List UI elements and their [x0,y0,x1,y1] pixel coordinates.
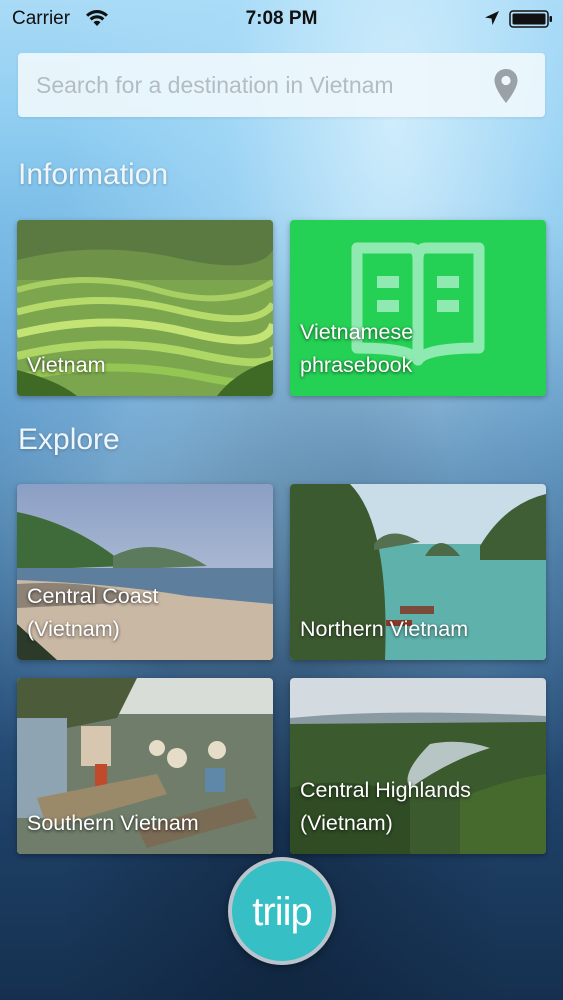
card-vietnam[interactable]: Vietnam [17,220,273,396]
section-title-information: Information [18,158,169,191]
card-label: Vietnam [27,353,106,377]
location-arrow-icon [485,11,499,25]
card-central-highlands[interactable]: Central Highlands (Vietnam) [290,678,546,854]
search-bar[interactable] [18,53,545,117]
card-label: Northern Vietnam [300,617,469,641]
card-label: Southern Vietnam [27,811,199,835]
status-bar: Carrier 7:08 PM [0,0,563,40]
card-southern-vietnam[interactable]: Southern Vietnam [17,678,273,854]
card-label: Vietnamese phrasebook [300,320,414,377]
battery-icon [509,10,552,28]
card-vietnamese-phrasebook[interactable]: Vietnamese phrasebook [290,220,546,396]
logo-text: triip [252,890,312,934]
search-input[interactable] [18,53,478,117]
card-label: Central Highlands (Vietnam) [300,778,471,835]
card-label: Central Coast (Vietnam) [27,584,159,641]
section-title-explore: Explore [18,423,120,456]
triip-logo-button[interactable]: triip [228,857,336,965]
map-pin-icon[interactable] [493,68,519,104]
card-northern-vietnam[interactable]: Northern Vietnam [290,484,546,660]
card-central-coast[interactable]: Central Coast (Vietnam) [17,484,273,660]
status-time: 7:08 PM [245,8,318,29]
